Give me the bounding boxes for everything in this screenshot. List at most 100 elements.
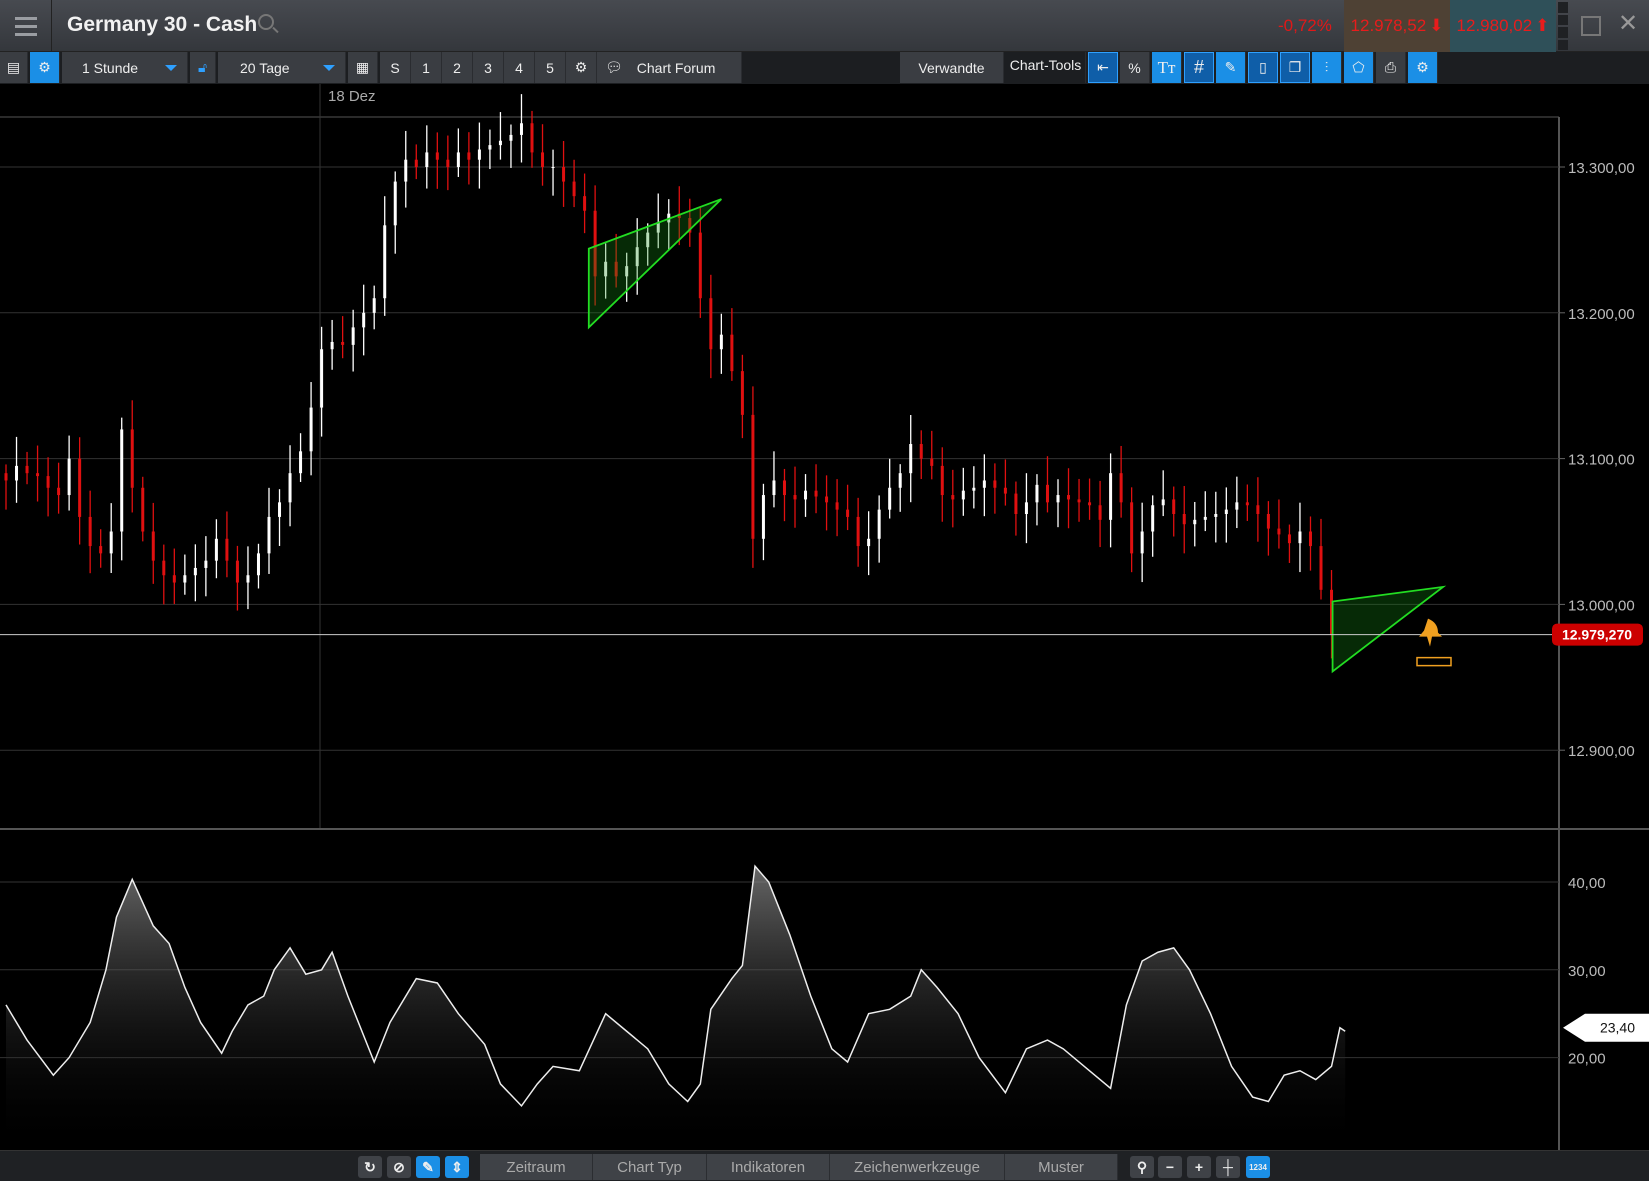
- candle-down: [835, 502, 839, 510]
- preset-button-5[interactable]: 5: [535, 52, 566, 83]
- candle-down: [88, 516, 92, 547]
- date-label: 18 Dez: [328, 88, 376, 105]
- candle-up: [267, 516, 271, 554]
- candle-down: [1308, 531, 1312, 547]
- candle-up: [1224, 509, 1228, 515]
- candle-down: [793, 495, 797, 500]
- percent-button[interactable]: %: [1120, 52, 1150, 83]
- related-button[interactable]: Verwandte: [900, 52, 1004, 83]
- draw-grid-icon[interactable]: ✎: [1216, 52, 1246, 83]
- candles-icon[interactable]: ⫶: [1312, 52, 1342, 83]
- candle-down: [435, 152, 439, 160]
- restore-window-icon[interactable]: [1581, 16, 1601, 36]
- candle-down: [751, 414, 755, 539]
- candle-down: [341, 341, 345, 345]
- calendar-icon[interactable]: ▦: [348, 52, 378, 83]
- menu-icon[interactable]: [0, 0, 52, 52]
- candle-up: [1140, 531, 1144, 554]
- bid-value: 12.978,52: [1350, 16, 1427, 35]
- grid-icon[interactable]: #: [1184, 52, 1214, 83]
- settings-icon[interactable]: ⚙: [30, 52, 60, 83]
- buy-price-button[interactable]: 12.980,02 ⬆: [1450, 0, 1556, 52]
- preset-button-4[interactable]: 4: [504, 52, 535, 83]
- candle-up: [193, 567, 197, 576]
- close-icon[interactable]: ✕: [1618, 9, 1638, 38]
- numbers-button[interactable]: 1234: [1246, 1156, 1270, 1178]
- preset-button-3[interactable]: 3: [473, 52, 504, 83]
- resize-handle[interactable]: [1556, 0, 1570, 52]
- tab-chart-typ[interactable]: Chart Typ: [593, 1154, 707, 1180]
- candle-down: [940, 465, 944, 496]
- pencil-icon[interactable]: ✎: [416, 1156, 440, 1178]
- candle-down: [4, 473, 8, 481]
- candle-up: [1109, 473, 1113, 520]
- candle-down: [225, 538, 229, 561]
- tab-zeichenwerkzeuge[interactable]: Zeichenwerkzeuge: [830, 1154, 1005, 1180]
- tab-zeitraum[interactable]: Zeitraum: [480, 1154, 593, 1180]
- candle-up: [299, 451, 303, 474]
- candle-up: [256, 553, 260, 576]
- print-icon[interactable]: ⎙: [1376, 52, 1406, 83]
- price-tick-label: 12.900,00: [1568, 743, 1635, 760]
- candle-down: [583, 196, 587, 211]
- oscillator-value-label: 23,40: [1600, 1020, 1635, 1036]
- preset-button-1[interactable]: 1: [411, 52, 442, 83]
- candle-up: [393, 181, 397, 226]
- tool-settings-icon[interactable]: ⚙: [1408, 52, 1438, 83]
- candle-up: [214, 538, 218, 561]
- candle-icon[interactable]: ▯: [1248, 52, 1278, 83]
- price-tick-label: 13.100,00: [1568, 452, 1635, 469]
- tab-muster[interactable]: Muster: [1005, 1154, 1118, 1180]
- candle-down: [1182, 514, 1186, 525]
- zoom-search-icon[interactable]: ⚲: [1130, 1156, 1154, 1178]
- candle-down: [541, 152, 545, 167]
- crosshair-icon[interactable]: ┼: [1216, 1156, 1240, 1178]
- candle-up: [888, 487, 892, 510]
- candle-up: [67, 458, 71, 496]
- candle-up: [120, 429, 124, 532]
- price-chart[interactable]: 18 Dez 13.300,00 13.200,00 13.100,00 13.000,…: [0, 84, 1649, 1150]
- candle-down: [1003, 487, 1007, 494]
- alarm-bell-icon: [1419, 618, 1442, 647]
- candle-up: [425, 152, 429, 167]
- candle-up: [972, 487, 976, 491]
- lock-icon[interactable]: 🔓︎: [190, 52, 216, 83]
- tag-icon[interactable]: ⬠: [1344, 52, 1374, 83]
- chart-forum-label: Chart Forum: [636, 59, 716, 76]
- price-tick-label: 13.000,00: [1568, 597, 1635, 614]
- arrow-down-icon: ⬇: [1429, 16, 1444, 35]
- preset-button-2[interactable]: 2: [442, 52, 473, 83]
- chart-forum-button[interactable]: 💬︎ Chart Forum: [597, 52, 742, 83]
- back-icon[interactable]: ⇤: [1088, 52, 1118, 83]
- candle-down: [467, 152, 471, 160]
- gear-icon[interactable]: ⚙: [566, 52, 597, 83]
- tab-indikatoren[interactable]: Indikatoren: [707, 1154, 830, 1180]
- candle-up: [477, 149, 481, 160]
- refresh-icon[interactable]: ↻: [358, 1156, 382, 1178]
- text-tool-button[interactable]: Tт: [1152, 52, 1182, 83]
- candle-down: [698, 232, 702, 299]
- candle-down: [162, 560, 166, 576]
- up-down-icon[interactable]: ⇕: [445, 1156, 469, 1178]
- zoom-in-icon[interactable]: +: [1187, 1156, 1211, 1178]
- candle-down: [172, 575, 176, 583]
- price-tick-label: 13.300,00: [1568, 160, 1635, 177]
- windows-icon[interactable]: ❐: [1280, 52, 1310, 83]
- range-select[interactable]: 20 Tage: [218, 52, 346, 83]
- osc-tick-label: 30,00: [1568, 963, 1606, 980]
- search-icon[interactable]: [258, 14, 274, 30]
- zoom-out-icon[interactable]: −: [1158, 1156, 1182, 1178]
- candle-up: [1035, 484, 1039, 503]
- candle-down: [235, 560, 239, 583]
- sell-price-button[interactable]: 12.978,52 ⬇: [1344, 0, 1450, 52]
- candle-up: [509, 134, 513, 141]
- current-price-label: 12.979,270: [1562, 627, 1632, 643]
- preset-button-s[interactable]: S: [380, 52, 411, 83]
- candle-up: [498, 140, 502, 146]
- list-icon[interactable]: ▤: [0, 52, 28, 83]
- cancel-icon[interactable]: ⊘: [387, 1156, 411, 1178]
- candle-up: [1151, 505, 1155, 532]
- candle-down: [130, 429, 134, 488]
- candle-down: [141, 487, 145, 532]
- interval-select[interactable]: 1 Stunde: [62, 52, 188, 83]
